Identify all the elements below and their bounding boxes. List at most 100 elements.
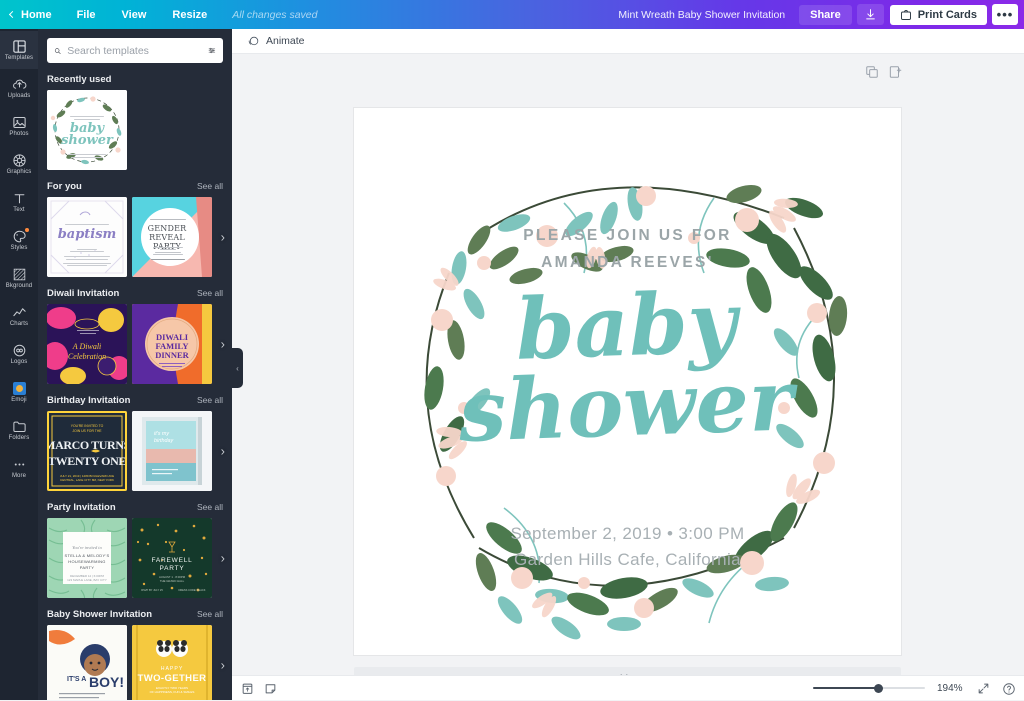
sidebar-label-templates: Templates <box>5 55 33 61</box>
svg-text:DINNER: DINNER <box>155 350 189 360</box>
see-all-baby-shower[interactable]: See all <box>197 609 223 619</box>
svg-text:FAREWELL: FAREWELL <box>151 557 192 564</box>
sidebar-label-uploads: Uploads <box>8 93 31 99</box>
animate-icon <box>247 35 260 48</box>
carousel-next-baby-shower[interactable]: › <box>221 658 225 673</box>
template-thumb-gender-reveal[interactable]: GENDERREVEAL PARTY <box>132 197 212 277</box>
menu-resize[interactable]: Resize <box>159 0 220 29</box>
chart-line-icon <box>12 305 27 320</box>
sidebar-label-text: Text <box>13 207 24 213</box>
sidebar-item-templates[interactable]: Templates <box>0 31 38 69</box>
palette-icon <box>12 229 27 244</box>
sidebar-item-text[interactable]: Text <box>0 183 38 221</box>
sidebar-item-uploads[interactable]: Uploads <box>0 69 38 107</box>
share-button[interactable]: Share <box>799 5 852 25</box>
header-right-actions: Mint Wreath Baby Shower Invitation Share… <box>618 0 1024 29</box>
sidebar-item-bkground[interactable]: Bkground <box>0 259 38 297</box>
menu-view-label: View <box>122 9 147 21</box>
svg-text:A Diwali: A Diwali <box>72 342 102 351</box>
svg-text:HAPPY: HAPPY <box>161 666 184 672</box>
panel-collapse-handle[interactable]: ‹ <box>232 348 243 388</box>
home-button[interactable]: Home <box>0 0 64 29</box>
notes-icon[interactable] <box>264 682 277 695</box>
search-input[interactable] <box>67 45 202 57</box>
section-header-for-you: For you See all <box>47 181 223 192</box>
chevron-left-icon <box>9 11 16 18</box>
zoom-slider-knob[interactable] <box>874 684 883 693</box>
upload-cloud-icon <box>12 77 27 92</box>
sidebar-item-emoji[interactable]: Emoji <box>0 373 38 411</box>
sidebar-label-bkground: Bkground <box>6 283 33 289</box>
save-status: All changes saved <box>232 9 317 21</box>
template-thumb-diwali-family-dinner[interactable]: DIWALI FAMILY DINNER <box>132 304 212 384</box>
template-thumb-happy-two-gether[interactable]: HAPPY TWO-GETHER EXACTLY TWO YEARS OF HA… <box>132 625 212 700</box>
section-header-party: Party Invitation See all <box>47 502 223 513</box>
duplicate-page-icon[interactable] <box>865 65 879 79</box>
document-title[interactable]: Mint Wreath Baby Shower Invitation <box>618 9 785 21</box>
carousel-next-birthday[interactable]: › <box>221 444 225 459</box>
menu-view[interactable]: View <box>109 0 160 29</box>
design-footer-line2: Garden Hills Cafe, California <box>354 547 901 573</box>
sidebar-item-more[interactable]: More <box>0 449 38 487</box>
help-question-icon[interactable] <box>1002 682 1015 695</box>
download-icon <box>864 8 877 21</box>
print-cards-button[interactable]: Print Cards <box>890 5 987 25</box>
thumb-row-birthday: YOU'RE INVITED TO JOIN US FOR THE MARCO … <box>47 411 223 491</box>
bottom-bar-left <box>241 682 277 695</box>
more-options-button[interactable]: ••• <box>992 4 1018 25</box>
canvas-area[interactable]: PLEASE JOIN US FOR AMANDA REEVES' baby s… <box>232 54 1024 700</box>
svg-text:PARTY: PARTY <box>159 565 184 572</box>
sidebar-label-graphics: Graphics <box>7 169 32 175</box>
download-button[interactable] <box>857 4 884 25</box>
sidebar-item-charts[interactable]: Charts <box>0 297 38 335</box>
svg-text:TWENTY ONE: TWENTY ONE <box>48 454 126 468</box>
zoom-slider-fill <box>813 687 879 689</box>
animate-button[interactable]: Animate <box>241 32 311 51</box>
templates-panel: Recently used <box>38 29 232 700</box>
see-all-diwali[interactable]: See all <box>197 288 223 298</box>
see-all-birthday[interactable]: See all <box>197 395 223 405</box>
sidebar-item-logos[interactable]: Logos <box>0 335 38 373</box>
design-headline[interactable]: PLEASE JOIN US FOR AMANDA REEVES' <box>354 222 901 276</box>
templates-list[interactable]: Recently used <box>38 63 232 700</box>
search-templates-bar[interactable] <box>47 38 223 63</box>
template-thumb-its-my-birthday[interactable]: it's my birthday <box>132 411 212 491</box>
section-title: Recently used <box>47 74 111 85</box>
template-thumb-its-a-boy[interactable]: IT'S A BOY! <box>47 625 127 700</box>
sidebar-label-styles: Styles <box>11 245 28 251</box>
section-title: Diwali Invitation <box>47 288 119 299</box>
sidebar-item-graphics[interactable]: Graphics <box>0 145 38 183</box>
see-all-party[interactable]: See all <box>197 502 223 512</box>
print-bag-icon <box>900 9 912 21</box>
template-thumb-recent-baby-shower[interactable]: babyshower <box>47 90 127 170</box>
svg-text:THE GRAND HALL: THE GRAND HALL <box>160 579 185 583</box>
carousel-next-for-you[interactable]: › <box>221 230 225 245</box>
sidebar-item-folders[interactable]: Folders <box>0 411 38 449</box>
template-thumb-marco-turns-twenty-one[interactable]: YOU'RE INVITED TO JOIN US FOR THE MARCO … <box>47 411 127 491</box>
design-script-title[interactable]: baby shower <box>354 277 901 456</box>
zoom-slider[interactable] <box>813 682 925 694</box>
section-title: For you <box>47 181 82 192</box>
carousel-next-diwali[interactable]: › <box>221 337 225 352</box>
add-page-icon[interactable] <box>888 65 902 79</box>
menu-file[interactable]: File <box>64 0 109 29</box>
sidebar-item-styles[interactable]: Styles <box>0 221 38 259</box>
template-thumb-housewarming-party[interactable]: You're invited to STELLA & MELODY'S HOUS… <box>47 518 127 598</box>
template-thumb-diwali-celebration[interactable]: A Diwali Celebration <box>47 304 127 384</box>
fullscreen-icon[interactable] <box>977 682 990 695</box>
svg-text:PARTY: PARTY <box>80 565 94 570</box>
thumb-row-diwali: A Diwali Celebration DIWALI FAMILY DINNE… <box>47 304 223 384</box>
filter-sliders-icon[interactable] <box>208 44 216 57</box>
design-page[interactable]: PLEASE JOIN US FOR AMANDA REEVES' baby s… <box>354 108 901 655</box>
page-manager-icon[interactable] <box>241 682 254 695</box>
section-title: Baby Shower Invitation <box>47 609 152 620</box>
design-footer[interactable]: September 2, 2019 • 3:00 PM Garden Hills… <box>354 521 901 574</box>
template-thumb-baptism[interactable]: baptism <box>47 197 127 277</box>
template-thumb-farewell-party[interactable]: FAREWELL PARTY AUGUST 1 · 8:00PM THE GRA… <box>132 518 212 598</box>
sidebar-label-emoji: Emoji <box>11 397 27 403</box>
design-headline-line2: AMANDA REEVES' <box>354 249 901 276</box>
carousel-next-party[interactable]: › <box>221 551 225 566</box>
see-all-for-you[interactable]: See all <box>197 181 223 191</box>
sidebar-item-photos[interactable]: Photos <box>0 107 38 145</box>
editor-area: Animate <box>232 29 1024 700</box>
